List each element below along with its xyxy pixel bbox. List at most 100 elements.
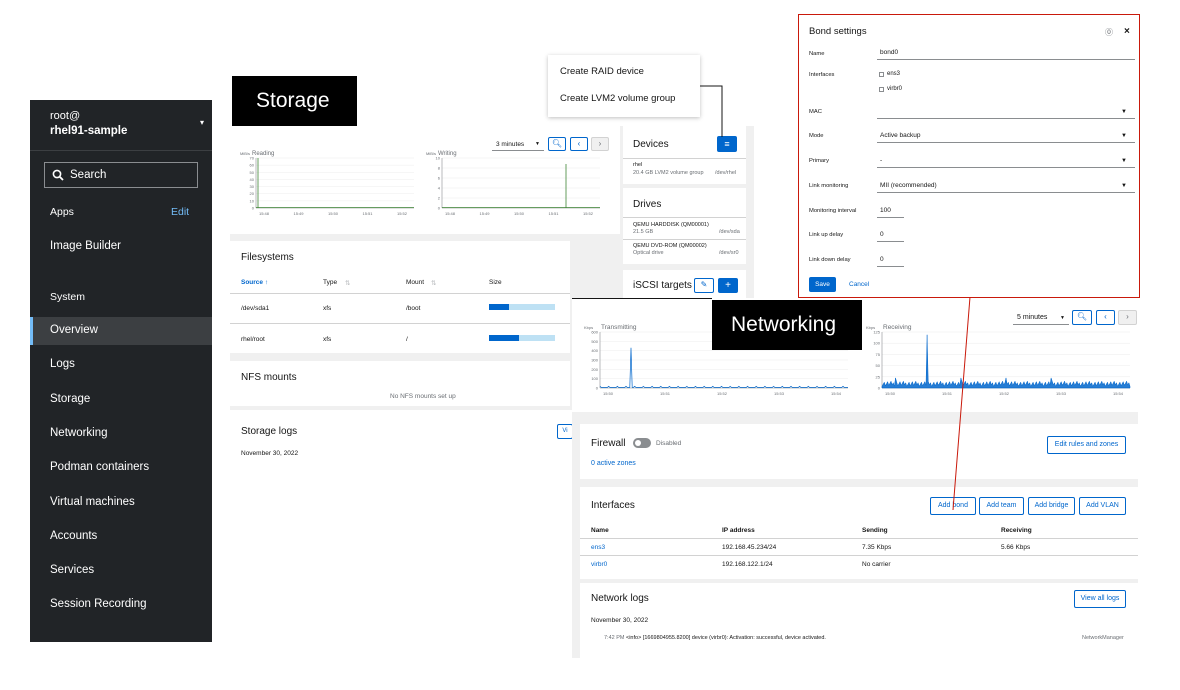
network-prev-button[interactable]: ‹ <box>1096 310 1115 325</box>
bond-link-monitoring-select[interactable]: MII (recommended) ▼ <box>877 178 1135 193</box>
chart-unit: MiB/s <box>426 151 436 156</box>
bond-name-input[interactable]: bond0 <box>877 46 1135 60</box>
bond-link-up-delay-input[interactable]: 0 <box>877 227 904 242</box>
col-source[interactable]: Source ↑ <box>241 279 268 286</box>
fs-row-0-usage-bar <box>489 304 555 310</box>
bond-settings-dialog: Bond settings ⓪ × Name bond0 Interfaces … <box>798 14 1140 298</box>
create-raid-menu-item[interactable]: Create RAID device <box>560 66 644 77</box>
filesystems-card: Filesystems Source ↑ Type ⇅ Mount ⇅ Size… <box>230 241 570 353</box>
close-icon[interactable]: × <box>1124 26 1130 37</box>
iface-virbr0-checkbox[interactable] <box>879 87 884 92</box>
col-ip: IP address <box>722 527 755 534</box>
fs-row-1-mount: / <box>406 336 408 343</box>
nav-virtual-machines[interactable]: Virtual machines <box>50 496 135 508</box>
storage-label: Storage <box>232 76 357 126</box>
chart-title: Reading <box>252 151 274 157</box>
fs-row-1-source[interactable]: rhel/root <box>241 336 265 343</box>
nav-session-recording[interactable]: Session Recording <box>50 598 147 610</box>
nav-image-builder[interactable]: Image Builder <box>50 240 121 252</box>
network-zoom-button[interactable]: 🔍︎ <box>1072 310 1092 325</box>
iface-virbr0-link[interactable]: virbr0 <box>591 561 607 568</box>
pencil-icon: ✎ <box>700 280 708 289</box>
edit-rules-button[interactable]: Edit rules and zones <box>1047 436 1126 454</box>
create-lvm2-menu-item[interactable]: Create LVM2 volume group <box>560 93 675 104</box>
x-tick-label: 15:49 <box>293 211 304 216</box>
network-next-button[interactable]: › <box>1118 310 1137 325</box>
iscsi-add-button[interactable]: + <box>718 278 738 293</box>
bond-primary-select[interactable]: - ▼ <box>877 153 1135 168</box>
iscsi-card: iSCSI targets ✎ + <box>623 270 746 300</box>
network-time-select[interactable]: 5 minutes ▼ <box>1013 311 1069 325</box>
active-zones-link[interactable]: 0 active zones <box>591 460 636 467</box>
drive-0-name[interactable]: QEMU HARDDISK (QM00001) <box>633 222 709 228</box>
fs-row-0-source[interactable]: /dev/sda1 <box>241 305 269 312</box>
device-desc: 20.4 GB LVM2 volume group <box>633 170 704 176</box>
nav-logs[interactable]: Logs <box>50 358 75 370</box>
x-tick-label: 15:48 <box>259 211 270 216</box>
storage-logs-title: Storage logs <box>241 426 298 437</box>
col-mount[interactable]: Mount <box>406 279 424 286</box>
bond-cancel-button[interactable]: Cancel <box>849 281 869 288</box>
nav-podman[interactable]: Podman containers <box>50 461 149 473</box>
chevron-right-icon: › <box>1126 312 1129 321</box>
col-type[interactable]: Type <box>323 279 337 286</box>
chart-title: Writing <box>438 151 457 157</box>
interfaces-card: Interfaces Add bond Add team Add bridge … <box>580 487 1138 579</box>
nav-services[interactable]: Services <box>50 564 94 576</box>
firewall-card: Firewall Disabled 0 active zones Edit ru… <box>580 424 1138 479</box>
iscsi-edit-button[interactable]: ✎ <box>694 278 714 293</box>
edit-apps-link[interactable]: Edit <box>171 206 189 218</box>
search-input[interactable]: Search <box>44 162 198 188</box>
storage-logs-card: Storage logs November 30, 2022 Vi <box>230 414 573 474</box>
nav-overview[interactable]: Overview <box>50 324 98 336</box>
storage-prev-button[interactable]: ‹ <box>570 137 588 151</box>
bond-link-monitoring-label: Link monitoring <box>809 183 849 189</box>
bond-link-up-delay-label: Link up delay <box>809 232 844 238</box>
firewall-toggle[interactable] <box>633 438 651 448</box>
y-tick-label: 10 <box>250 198 255 203</box>
nav-networking[interactable]: Networking <box>50 427 108 439</box>
devices-dropdown-menu: Create RAID device Create LVM2 volume gr… <box>548 55 700 117</box>
nav-storage[interactable]: Storage <box>50 393 90 405</box>
nav-accounts[interactable]: Accounts <box>50 530 97 542</box>
drive-0-size: 21.5 GB <box>633 229 654 235</box>
storage-next-button[interactable]: › <box>591 137 609 151</box>
bond-mac-select[interactable]: ▼ <box>877 104 1135 119</box>
chevron-down-icon: ▼ <box>1121 133 1127 139</box>
col-size: Size <box>489 279 502 286</box>
drive-1-name[interactable]: QEMU DVD-ROM (QM00002) <box>633 243 707 249</box>
iface-ens3-link[interactable]: ens3 <box>591 544 605 551</box>
bond-interfaces-label: Interfaces <box>809 72 835 78</box>
reading-chart: MiB/s Reading70 60 50 40 30 20 10 0 15:48 15:49 15:… <box>240 151 414 216</box>
nfs-empty-text: No NFS mounts set up <box>390 393 456 400</box>
iface-ens3-checkbox[interactable] <box>879 72 884 77</box>
bond-mode-select[interactable]: Active backup ▼ <box>877 128 1135 143</box>
storage-zoom-button[interactable]: 🔍︎ <box>548 137 566 151</box>
y-tick-label: 70 <box>250 156 255 161</box>
fs-row-1-type: xfs <box>323 336 332 343</box>
chevron-left-icon: ‹ <box>577 139 581 148</box>
add-vlan-button[interactable]: Add VLAN <box>1079 497 1126 515</box>
bond-save-button[interactable]: Save <box>809 277 836 292</box>
bond-mac-label: MAC <box>809 109 822 115</box>
nfs-title: NFS mounts <box>241 372 297 383</box>
device-name[interactable]: rhel <box>633 162 642 168</box>
iface-0-receiving: 5.66 Kbps <box>1001 544 1031 551</box>
add-team-button[interactable]: Add team <box>979 497 1024 515</box>
view-storage-logs-button[interactable]: Vi <box>557 424 573 439</box>
chart-title: Transmitting <box>601 324 637 331</box>
device-path: /dev/rhel <box>715 170 737 176</box>
host-caret-icon[interactable]: ▾ <box>200 118 204 127</box>
host-name[interactable]: rhel91-sample <box>50 125 127 137</box>
help-icon[interactable]: ⓪ <box>1105 27 1113 38</box>
add-bridge-button[interactable]: Add bridge <box>1028 497 1075 515</box>
divider <box>623 158 746 159</box>
y-tick-label: 200 <box>591 367 598 372</box>
log-entry-text[interactable]: <info> [1669804955.8200] device (virbr0)… <box>626 635 826 641</box>
bond-link-down-delay-input[interactable]: 0 <box>877 252 904 267</box>
system-heading: System <box>50 291 86 303</box>
bond-monitoring-interval-input[interactable]: 100 <box>877 203 904 218</box>
bond-mode-label: Mode <box>809 133 824 139</box>
log-entry-time: 7:42 PM <box>604 635 625 641</box>
view-all-logs-button[interactable]: View all logs <box>1074 590 1126 608</box>
